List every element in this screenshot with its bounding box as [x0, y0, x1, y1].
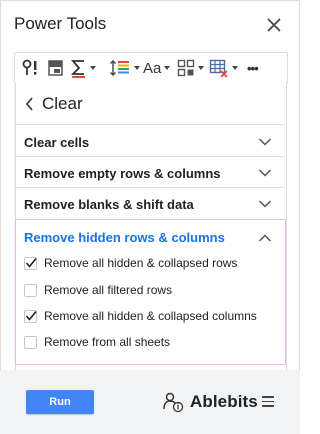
option-label: Remove all hidden & collapsed rows: [44, 256, 238, 270]
page-title: Clear: [42, 94, 83, 113]
more-icon[interactable]: •••: [247, 58, 259, 78]
divider: [15, 187, 285, 188]
section-label: Remove blanks & shift data: [24, 197, 194, 212]
split-merge-icon[interactable]: [177, 58, 204, 78]
text-tools-icon[interactable]: [21, 58, 41, 78]
chevron-down-icon: [164, 66, 171, 70]
chevron-down-icon: [198, 66, 204, 70]
more-label: •••: [247, 60, 259, 76]
back-button[interactable]: Clear: [24, 92, 83, 116]
option-label: Remove all filtered rows: [44, 283, 173, 297]
section-remove-blanks[interactable]: Remove blanks & shift data: [15, 189, 285, 219]
chevron-down-icon: [232, 66, 238, 70]
option-label: Remove from all sheets: [44, 335, 171, 349]
close-icon[interactable]: [264, 15, 284, 35]
chevron-down-icon: [134, 66, 140, 70]
option-all-sheets[interactable]: Remove from all sheets: [24, 333, 170, 351]
chevron-down-icon: [90, 66, 96, 70]
hamburger-menu-icon[interactable]: [262, 396, 274, 408]
text-case-label: Aa: [143, 59, 162, 77]
chevron-down-icon: [258, 200, 272, 208]
title-bar: Power Tools: [0, 0, 300, 50]
section-remove-hidden: Remove hidden rows & columns Remove all …: [15, 219, 286, 365]
option-filtered-rows[interactable]: Remove all filtered rows: [24, 281, 172, 299]
ablebits-logo-icon: [163, 392, 184, 413]
chevron-up-icon[interactable]: [258, 233, 272, 243]
dedupe-icon[interactable]: [47, 58, 65, 78]
checkmark-icon: [25, 310, 37, 321]
section-label: Clear cells: [24, 135, 90, 150]
checkbox[interactable]: [24, 283, 37, 297]
divider: [15, 156, 285, 157]
sort-icon[interactable]: [109, 58, 140, 78]
divider: [15, 124, 285, 125]
section-clear-cells[interactable]: Clear cells: [15, 127, 285, 157]
brand-name: Ablebits: [190, 392, 258, 411]
toolbar: Aa •••: [14, 52, 288, 84]
option-label: Remove all hidden & collapsed columns: [44, 309, 257, 323]
run-button[interactable]: Run: [26, 390, 94, 414]
checkbox-checked[interactable]: [24, 309, 37, 323]
option-hidden-rows[interactable]: Remove all hidden & collapsed rows: [24, 254, 237, 272]
sum-formula-icon[interactable]: [71, 58, 96, 78]
clear-table-icon[interactable]: [209, 58, 238, 78]
section-label-active[interactable]: Remove hidden rows & columns: [24, 230, 225, 245]
ablebits-logo[interactable]: Ablebits: [162, 391, 258, 413]
text-case-icon[interactable]: Aa: [143, 58, 171, 78]
chevron-left-icon: [25, 97, 33, 111]
app-title: Power Tools: [14, 14, 107, 33]
chevron-down-icon: [258, 169, 272, 177]
chevron-down-icon: [258, 138, 272, 146]
option-hidden-columns[interactable]: Remove all hidden & collapsed columns: [24, 307, 257, 325]
section-remove-empty[interactable]: Remove empty rows & columns: [15, 158, 285, 188]
checkbox[interactable]: [24, 335, 37, 349]
section-label: Remove empty rows & columns: [24, 166, 221, 181]
checkmark-icon: [25, 257, 37, 268]
checkbox-checked[interactable]: [24, 256, 37, 270]
